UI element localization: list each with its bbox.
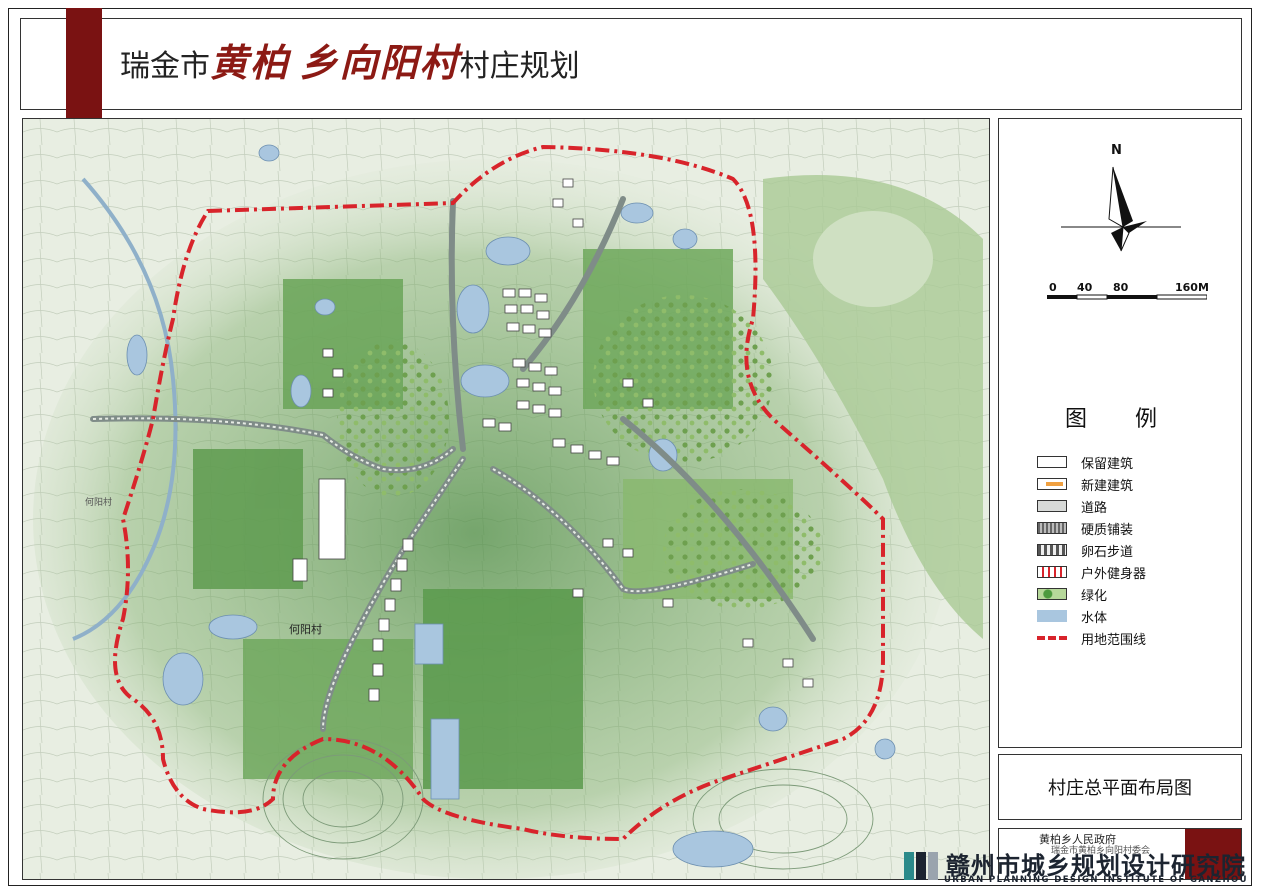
title-callig-1: 黄柏: [210, 40, 291, 85]
legend-label: 硬质铺装: [1081, 522, 1134, 538]
legend-label: 卵石步道: [1081, 544, 1134, 560]
road-icon: [1037, 500, 1067, 512]
woodland-west: [337, 341, 449, 497]
map-svg: 何阳村 何阳村: [23, 119, 989, 879]
drawing-name: 村庄总平面布局图: [1048, 778, 1192, 799]
page-title: 瑞金市黄柏 乡向阳村村庄规划: [120, 44, 580, 82]
retained-building-icon: [1037, 456, 1067, 468]
legend-label: 保留建筑: [1081, 456, 1134, 472]
legend-item-retained-building: 保留建筑: [1037, 453, 1134, 472]
north-arrow-icon: [1061, 166, 1181, 252]
master-plan-map: 何阳村 何阳村: [22, 118, 990, 880]
hard-paving-icon: [1037, 522, 1067, 534]
legend-item-road: 道路: [1037, 497, 1108, 516]
water-icon: [1037, 610, 1067, 622]
scale-label-40: 40: [1077, 281, 1093, 294]
legend-item-pebble-path: 卵石步道: [1037, 541, 1134, 560]
title-suffix: 村庄规划: [459, 49, 580, 84]
legend-item-water: 水体: [1037, 607, 1108, 626]
legend-label: 绿化: [1081, 588, 1108, 604]
scale-label-0: 0: [1049, 281, 1057, 294]
drawing-name-box: 村庄总平面布局图: [998, 754, 1242, 820]
title-callig-2: 乡向阳村: [299, 40, 460, 85]
legend-panel: N 0 40 80 160M 图例 保留建筑 新建建筑 道路 硬质铺装 卵石步道: [998, 118, 1242, 748]
legend-label: 道路: [1081, 500, 1108, 516]
legend-label: 新建建筑: [1081, 478, 1134, 494]
new-building-icon: [1037, 478, 1067, 490]
legend-item-hard-paving: 硬质铺装: [1037, 519, 1134, 538]
legend-label: 用地范围线: [1081, 632, 1147, 648]
east-hill-peak: [813, 211, 933, 307]
legend-item-greenery: 绿化: [1037, 585, 1108, 604]
legend-title: 图例: [1065, 407, 1206, 432]
legend-item-boundary: 用地范围线: [1037, 629, 1147, 648]
institute-logo-icon: [904, 852, 938, 880]
legend-label: 户外健身器: [1081, 566, 1147, 582]
boundary-line-icon: [1037, 636, 1067, 640]
scale-label-80: 80: [1113, 281, 1129, 294]
legend-label: 水体: [1081, 610, 1108, 626]
scale-label-160: 160M: [1175, 281, 1209, 294]
woodland-east: [663, 489, 823, 609]
pebble-path-icon: [1037, 544, 1067, 556]
legend-item-fitness: 户外健身器: [1037, 563, 1147, 582]
institute-name-en: URBAN PLANNING DESIGN INSTITUTE OF GANZH…: [944, 875, 1248, 885]
village-label-1: 何阳村: [289, 622, 322, 636]
greenery-icon: [1037, 588, 1067, 600]
title-accent-band: [66, 8, 102, 124]
woodland-north: [593, 295, 773, 463]
fitness-equipment-icon: [1037, 566, 1067, 578]
legend-item-new-building: 新建建筑: [1037, 475, 1134, 494]
village-label-2: 何阳村: [85, 496, 112, 508]
title-prefix: 瑞金市: [120, 49, 210, 84]
